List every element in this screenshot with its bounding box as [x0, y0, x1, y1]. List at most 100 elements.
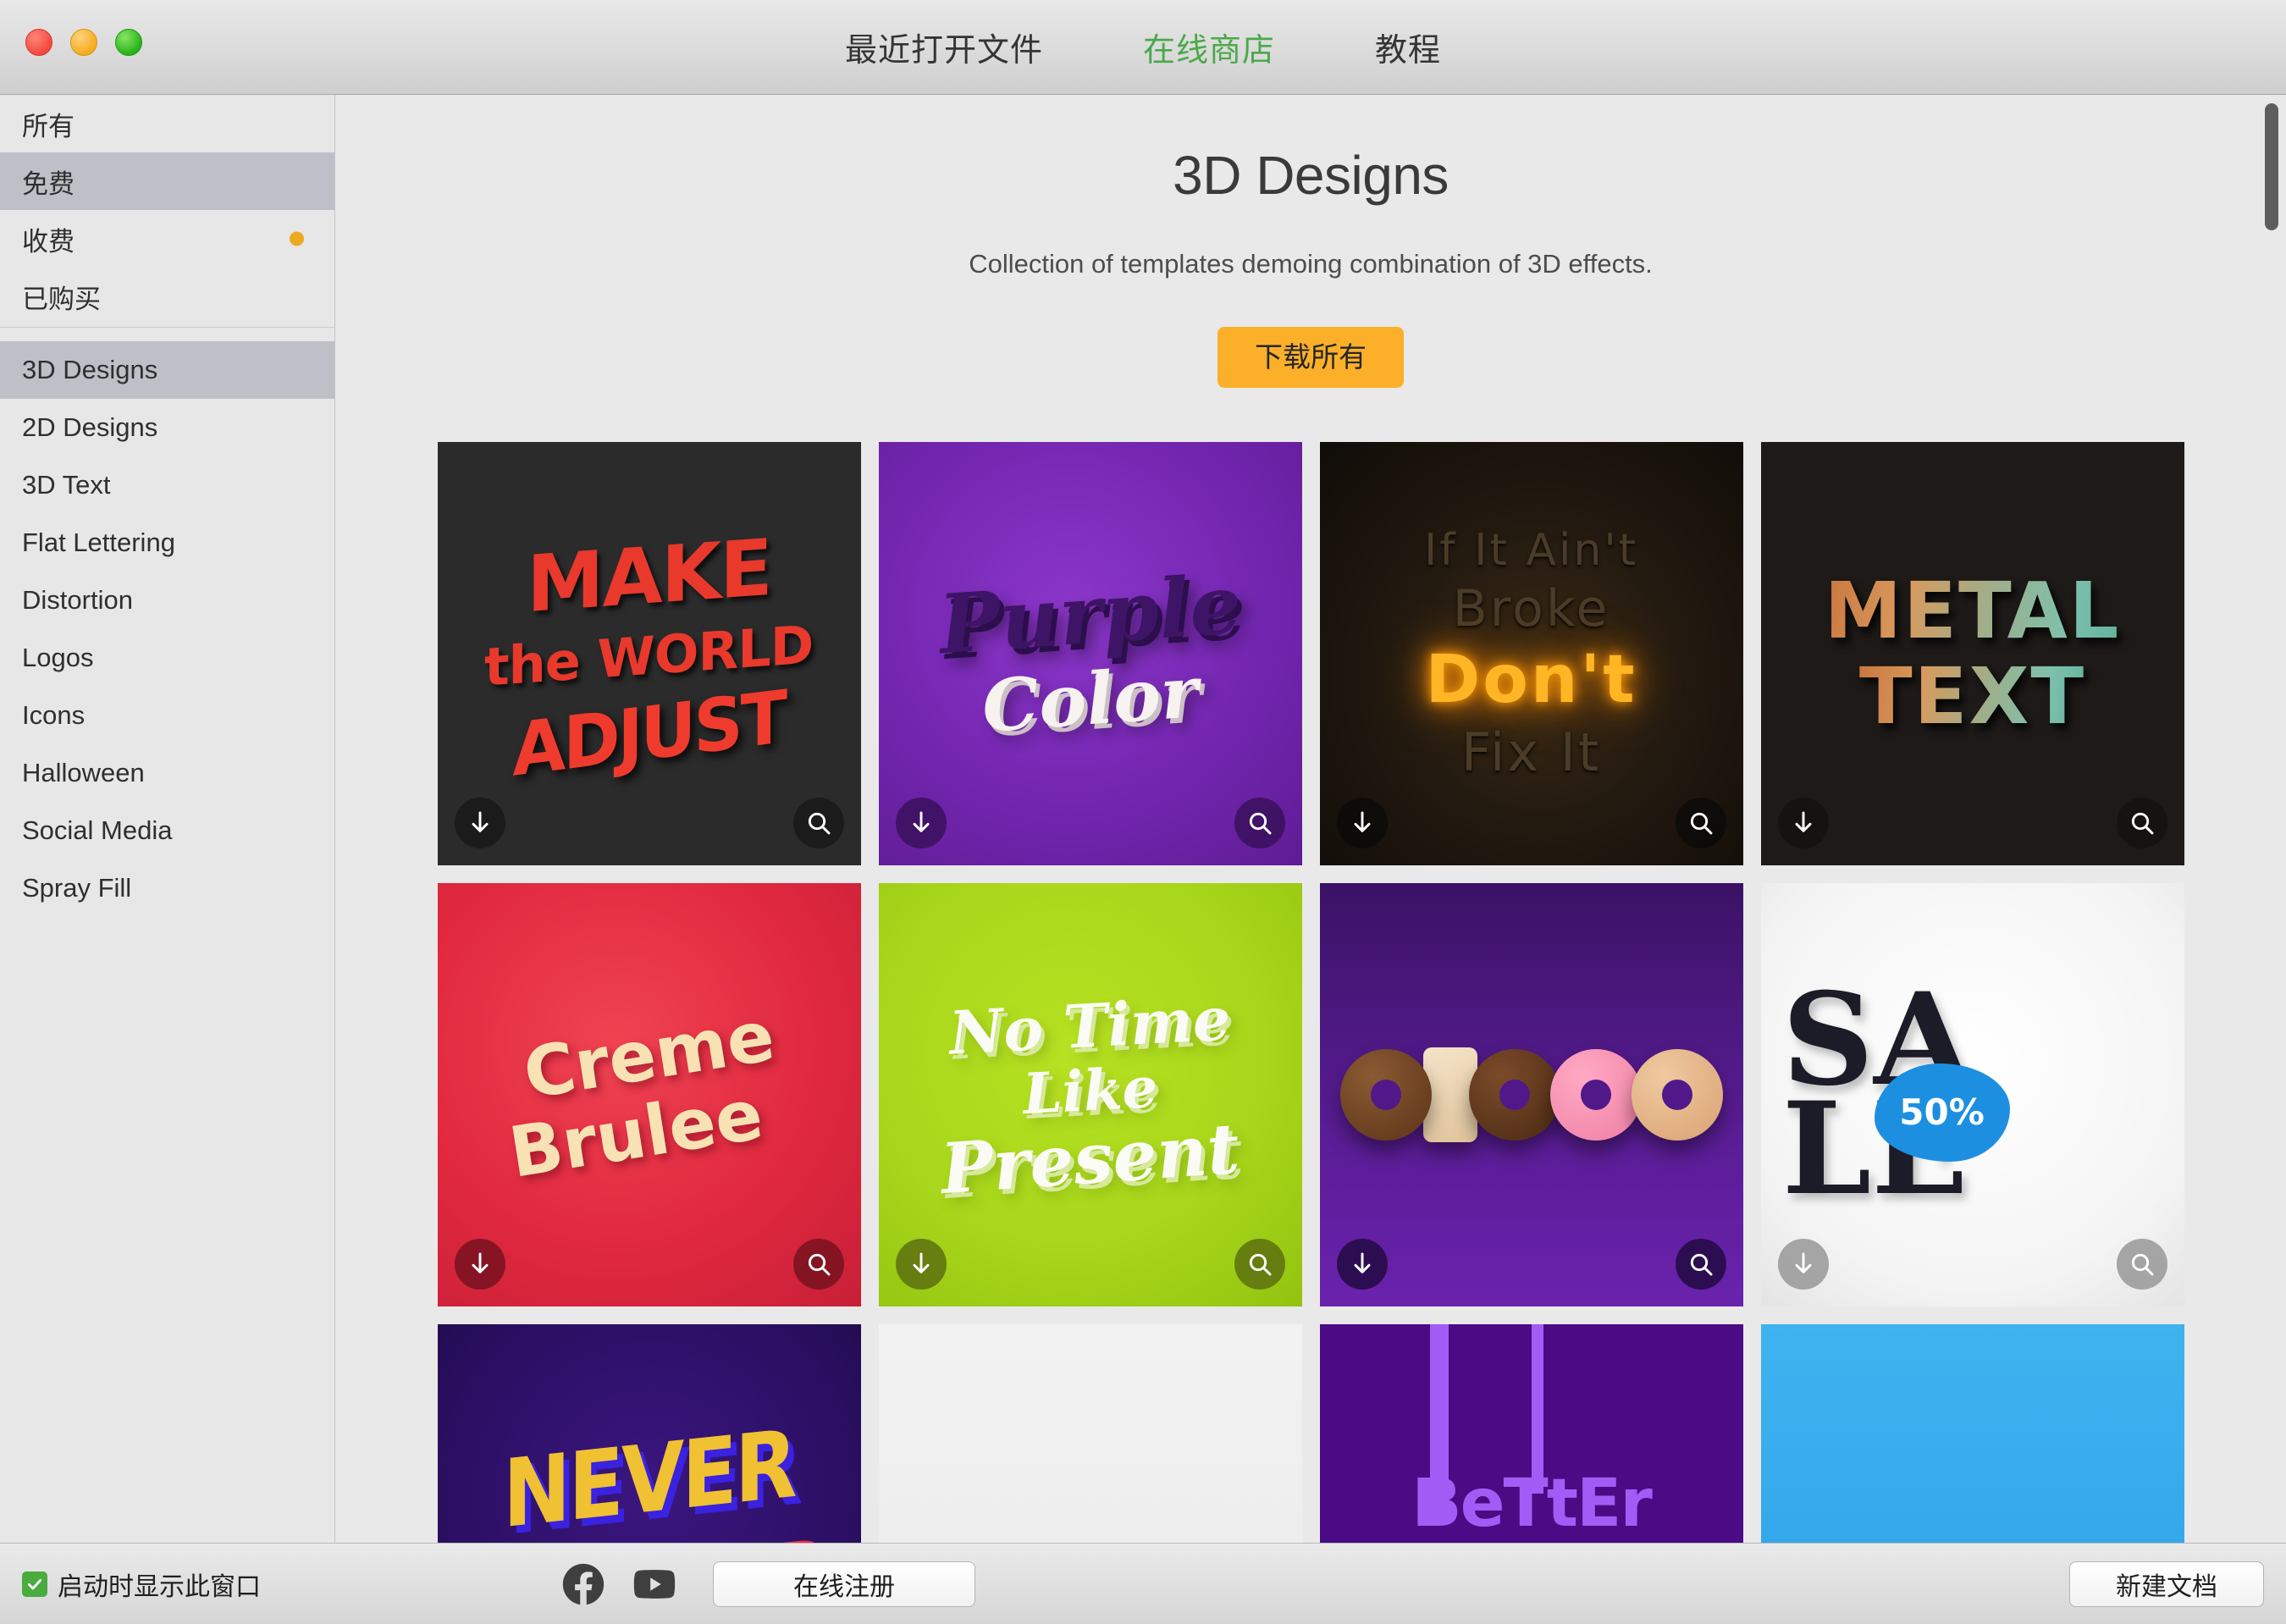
- art-line: TEXT: [1858, 651, 2086, 742]
- sidebar-item-label: 3D Designs: [22, 355, 158, 384]
- template-card-if-it-aint-broke-dont-fix-it[interactable]: If It Ain't Broke Don't Fix It: [1319, 442, 1743, 865]
- sidebar-item-label: Distortion: [22, 585, 133, 615]
- sidebar-item-label: Flat Lettering: [22, 528, 175, 557]
- donut-icon: [1549, 1049, 1642, 1141]
- tab-recent-files[interactable]: 最近打开文件: [842, 19, 1046, 75]
- sidebar-item-spray-fill[interactable]: Spray Fill: [0, 859, 334, 917]
- art-line: No Time: [947, 982, 1233, 1069]
- show-on-startup-label: 启动时显示此窗口: [58, 1572, 261, 1601]
- download-icon[interactable]: [895, 798, 947, 848]
- download-icon[interactable]: [454, 798, 505, 848]
- art-line: atE: [1479, 1537, 1585, 1543]
- maximize-window-button[interactable]: [115, 29, 142, 56]
- sidebar-item-label: 已购买: [22, 284, 101, 314]
- template-card-focus[interactable]: FoCuS: [1760, 1324, 2184, 1543]
- sidebar-item-distortion[interactable]: Distortion: [0, 572, 334, 629]
- tab-tutorials[interactable]: 教程: [1372, 19, 1444, 75]
- download-all-button[interactable]: 下载所有: [1218, 327, 1404, 388]
- preview-search-icon[interactable]: [792, 798, 844, 848]
- preview-search-icon[interactable]: [2116, 798, 2167, 848]
- sidebar-item-label: Spray Fill: [22, 873, 132, 903]
- sidebar-item-label: Logos: [22, 643, 94, 672]
- sidebar-item-flat-lettering[interactable]: Flat Lettering: [0, 514, 334, 572]
- template-card-better-late-than[interactable]: BeTtEr atE: [1319, 1324, 1743, 1543]
- template-card-sale-50-percent[interactable]: SA LE 50%: [1760, 883, 2184, 1306]
- art-line: Color: [979, 649, 1201, 748]
- sidebar-item-logos[interactable]: Logos: [0, 629, 334, 687]
- template-card-make-the-world-adjust[interactable]: MAKE the WORLD ADJUST: [437, 442, 861, 865]
- art-line: METAL: [1824, 566, 2121, 656]
- template-card-purple-color[interactable]: Purple Color: [878, 442, 1302, 865]
- youtube-icon[interactable]: [630, 1560, 679, 1609]
- online-register-button[interactable]: 在线注册: [713, 1560, 975, 1607]
- sidebar-item-social-media[interactable]: Social Media: [0, 802, 334, 859]
- template-card-no-time-like-present[interactable]: No Time Like Present: [878, 883, 1302, 1306]
- sidebar-item-free[interactable]: 免费: [0, 152, 334, 210]
- close-window-button[interactable]: [25, 29, 52, 56]
- template-thumbnail: No Time Like Present: [878, 883, 1302, 1306]
- template-thumbnail: Purple Color: [878, 442, 1302, 865]
- title-bar: 最近打开文件 在线商店 教程: [0, 0, 2286, 95]
- checkmark-icon: [22, 1571, 47, 1597]
- scrollbar-thumb[interactable]: [2265, 103, 2278, 230]
- tab-online-store[interactable]: 在线商店: [1140, 19, 1278, 75]
- template-thumbnail: NEVER GIVE UP: [437, 1324, 861, 1543]
- preview-search-icon[interactable]: [1675, 798, 1726, 848]
- template-thumbnail: METAL TEXT: [1760, 442, 2184, 865]
- minimize-window-button[interactable]: [70, 29, 97, 56]
- template-card-creme-brulee[interactable]: Creme Brulee: [437, 883, 861, 1306]
- new-document-button[interactable]: 新建文档: [2069, 1560, 2264, 1607]
- sale-letters: SA LE 50%: [1782, 976, 2162, 1212]
- sidebar-item-2d-designs[interactable]: 2D Designs: [0, 399, 334, 456]
- preview-search-icon[interactable]: [1675, 1239, 1726, 1290]
- donut-icon: [1468, 1049, 1560, 1141]
- download-icon[interactable]: [1336, 798, 1388, 848]
- template-thumbnail: If It Ain't Broke Don't Fix It: [1319, 442, 1743, 865]
- download-icon[interactable]: [895, 1239, 947, 1290]
- sidebar-item-all[interactable]: 所有: [0, 95, 334, 152]
- sidebar-item-icons[interactable]: Icons: [0, 687, 334, 744]
- footer-bar: 启动时显示此窗口 在线注册 新建文档: [0, 1543, 2286, 1624]
- content-area: 所有 免费 收费 已购买 3D Designs 2D Designs 3D Te…: [0, 95, 2286, 1543]
- show-on-startup-checkbox[interactable]: 启动时显示此窗口: [22, 1566, 261, 1603]
- art-line: Broke: [1452, 578, 1610, 638]
- download-icon[interactable]: [1777, 798, 1829, 848]
- template-thumbnail: ALL YOU NEED LOVE: [878, 1324, 1302, 1543]
- preview-search-icon[interactable]: [792, 1239, 844, 1290]
- download-icon[interactable]: [454, 1239, 505, 1290]
- sidebar-item-label: 免费: [22, 168, 75, 199]
- download-icon[interactable]: [1336, 1239, 1388, 1290]
- sidebar-item-paid[interactable]: 收费: [0, 210, 334, 268]
- sidebar-item-purchased[interactable]: 已购买: [0, 268, 334, 325]
- sidebar-item-label: 所有: [22, 111, 75, 141]
- page-subtitle: Collection of templates demoing combinat…: [969, 249, 1653, 279]
- sidebar-item-label: Icons: [22, 700, 86, 730]
- art-line: MAKE: [527, 522, 771, 631]
- sidebar-item-3d-designs[interactable]: 3D Designs: [0, 341, 334, 399]
- sidebar-filter-group: 所有 免费 收费 已购买: [0, 95, 334, 328]
- art-line: FoCuS: [1797, 1526, 2151, 1543]
- art-line: Fix It: [1460, 721, 1602, 783]
- download-icon[interactable]: [1777, 1239, 1829, 1290]
- sidebar-item-label: 收费: [22, 226, 75, 257]
- facebook-icon[interactable]: [559, 1560, 608, 1609]
- sidebar-item-label: Social Media: [22, 815, 173, 845]
- art-line: If It Ain't: [1423, 524, 1639, 576]
- sidebar-item-label: 3D Text: [22, 470, 111, 500]
- sidebar-item-3d-text[interactable]: 3D Text: [0, 456, 334, 514]
- template-thumbnail: Creme Brulee: [437, 883, 861, 1306]
- preview-search-icon[interactable]: [1234, 1239, 1285, 1290]
- sidebar-item-label: 2D Designs: [22, 412, 158, 442]
- vertical-scrollbar[interactable]: [2262, 97, 2281, 1543]
- preview-search-icon[interactable]: [2116, 1239, 2167, 1290]
- template-thumbnail: BeTtEr atE: [1319, 1324, 1743, 1543]
- preview-search-icon[interactable]: [1234, 798, 1285, 848]
- template-card-choco[interactable]: [1319, 883, 1743, 1306]
- sidebar: 所有 免费 收费 已购买 3D Designs 2D Designs 3D Te…: [0, 95, 335, 1543]
- template-card-all-you-need-is-love[interactable]: ALL YOU NEED LOVE: [878, 1324, 1302, 1543]
- art-line: NEVER: [503, 1409, 795, 1543]
- sidebar-item-halloween[interactable]: Halloween: [0, 744, 334, 802]
- nav-tabs: 最近打开文件 在线商店 教程: [842, 19, 1444, 75]
- template-card-never-give-up[interactable]: NEVER GIVE UP: [437, 1324, 861, 1543]
- template-card-metal-text[interactable]: METAL TEXT: [1760, 442, 2184, 865]
